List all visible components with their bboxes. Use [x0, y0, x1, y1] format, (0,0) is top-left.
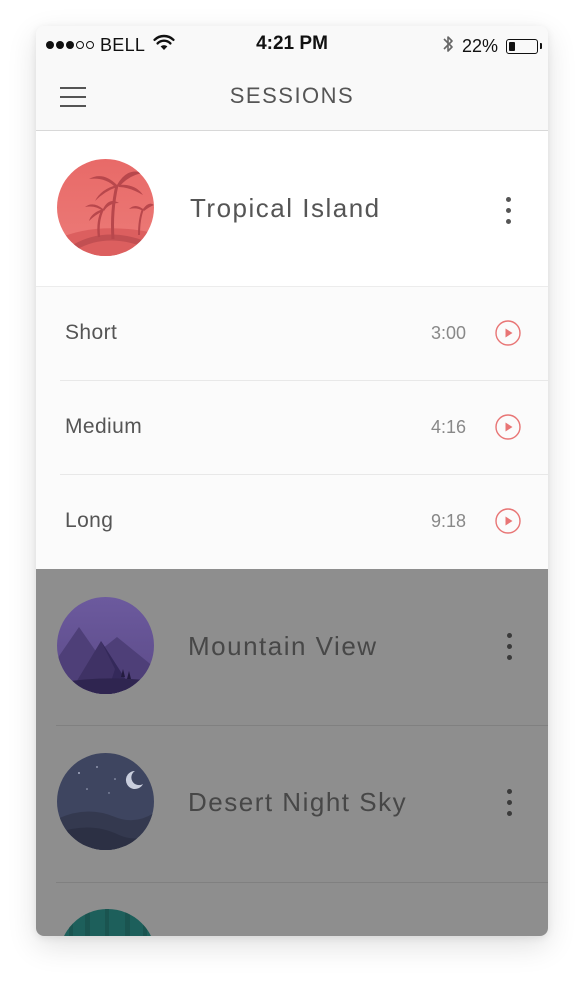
page-title: SESSIONS — [229, 83, 355, 108]
session-duration-list: Short 3:00 Medium 4:16 Long 9:18 — [36, 287, 548, 569]
more-options-icon[interactable] — [499, 631, 519, 667]
duration-label: Medium — [65, 415, 143, 438]
mountain-view-thumbnail — [57, 597, 154, 694]
duration-time: 4:16 — [430, 417, 466, 437]
duration-option-short[interactable]: Short 3:00 — [36, 287, 548, 381]
duration-label: Short — [65, 321, 118, 344]
battery-level — [509, 42, 515, 51]
duration-option-long[interactable]: Long 9:18 — [36, 475, 548, 569]
play-icon[interactable] — [495, 414, 521, 440]
phone-screen: BELL 4:21 PM 22% SESSIONS Tropical Islan… — [36, 26, 548, 936]
forest-thumbnail — [59, 909, 156, 936]
bluetooth-icon — [442, 34, 454, 59]
session-title: Desert Night Sky — [188, 787, 408, 817]
desert-night-sky-thumbnail — [57, 753, 154, 850]
session-title: Tropical Island — [190, 193, 381, 223]
session-item-desert-night-sky[interactable]: Desert Night Sky — [36, 726, 548, 883]
duration-time: 9:18 — [430, 511, 466, 531]
navigation-bar: SESSIONS — [36, 66, 548, 131]
battery-icon — [506, 39, 542, 54]
battery-percentage: 22% — [461, 36, 498, 56]
session-header-tropical-island[interactable]: Tropical Island — [36, 131, 548, 287]
tropical-island-thumbnail — [57, 159, 154, 256]
session-item-forest[interactable] — [36, 883, 548, 936]
status-bar-right: 22% — [442, 34, 542, 59]
duration-time: 3:00 — [430, 323, 466, 343]
duration-label: Long — [65, 509, 114, 532]
duration-option-medium[interactable]: Medium 4:16 — [36, 381, 548, 475]
play-icon[interactable] — [495, 508, 521, 534]
session-title: Mountain View — [188, 631, 378, 661]
expanded-session: Tropical Island Short 3:00 Medium 4:16 L… — [36, 131, 548, 569]
status-bar: BELL 4:21 PM 22% — [36, 26, 548, 66]
dimmed-session-list: Mountain View Desert Night Sky — [36, 569, 548, 936]
play-icon[interactable] — [495, 320, 521, 346]
session-item-mountain-view[interactable]: Mountain View — [36, 569, 548, 726]
more-options-icon[interactable] — [498, 195, 518, 231]
more-options-icon[interactable] — [499, 787, 519, 823]
